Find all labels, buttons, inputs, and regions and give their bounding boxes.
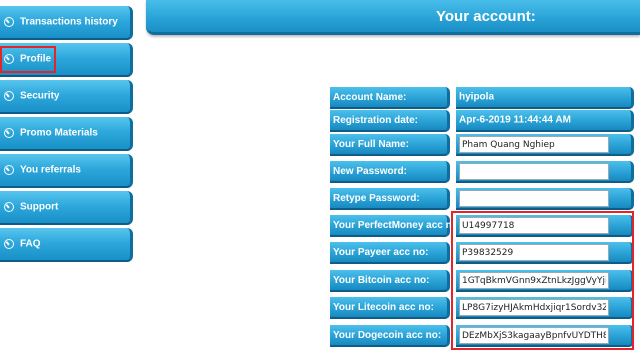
sidebar-item-label: You referrals <box>20 164 81 176</box>
bitcoin-cell <box>456 270 634 292</box>
registration-date-value: Apr-6-2019 11:44:44 AM <box>459 114 571 126</box>
account-name-label: Account Name: <box>330 87 450 109</box>
litecoin-cell <box>456 297 634 319</box>
sidebar-menu: Transactions history Profile Security Pr… <box>0 0 133 350</box>
retype-password-field[interactable] <box>459 190 609 207</box>
full-name-cell <box>456 134 634 156</box>
sidebar-item-faq[interactable]: FAQ <box>0 228 133 262</box>
sidebar-item-referrals[interactable]: You referrals <box>0 154 133 188</box>
retype-password-label: Retype Password: <box>330 188 450 210</box>
full-name-label: Your Full Name: <box>330 134 450 156</box>
bitcoin-label: Your Bitcoin acc no: <box>330 270 450 292</box>
profile-highlight-box <box>0 46 56 73</box>
sidebar-item-label: Support <box>20 201 59 213</box>
registration-date-label: Registration date: <box>330 110 450 132</box>
sidebar-item-transactions-history[interactable]: Transactions history <box>0 6 133 40</box>
new-password-cell <box>456 161 634 183</box>
dashboard-gauge-icon <box>4 91 14 101</box>
perfectmoney-cell <box>456 215 634 237</box>
dogecoin-cell <box>456 325 634 347</box>
sidebar-item-label: Transactions history <box>20 16 118 28</box>
sidebar-item-support[interactable]: Support <box>0 191 133 225</box>
payeer-label: Your Payeer acc no: <box>330 242 450 264</box>
payeer-field[interactable] <box>459 244 609 261</box>
dashboard-gauge-icon <box>4 239 14 249</box>
sidebar-item-label: Promo Materials <box>20 127 98 139</box>
dogecoin-field[interactable] <box>459 327 609 344</box>
account-name-value: hyipola <box>459 91 495 103</box>
payeer-cell <box>456 242 634 264</box>
dashboard-gauge-icon <box>4 202 14 212</box>
sidebar-item-label: FAQ <box>20 238 41 250</box>
perfectmoney-field[interactable] <box>459 217 609 234</box>
page-title: Your account: <box>436 8 536 25</box>
sidebar-item-promo-materials[interactable]: Promo Materials <box>0 117 133 151</box>
full-name-field[interactable] <box>459 136 609 153</box>
perfectmoney-label: Your PerfectMoney acc no: <box>330 215 461 237</box>
sidebar-item-security[interactable]: Security <box>0 80 133 114</box>
account-name-cell: hyipola <box>456 87 634 109</box>
dogecoin-label: Your Dogecoin acc no: <box>330 325 450 347</box>
litecoin-field[interactable] <box>459 299 609 316</box>
new-password-label: New Password: <box>330 161 450 183</box>
dashboard-gauge-icon <box>4 17 14 27</box>
dashboard-gauge-icon <box>4 128 14 138</box>
sidebar-item-label: Security <box>20 90 60 102</box>
litecoin-label: Your Litecoin acc no: <box>330 297 450 319</box>
new-password-field[interactable] <box>459 163 609 180</box>
bitcoin-field[interactable] <box>459 272 609 289</box>
registration-date-cell: Apr-6-2019 11:44:44 AM <box>456 110 634 132</box>
retype-password-cell <box>456 188 634 210</box>
page-header: Your account: <box>146 0 640 35</box>
dashboard-gauge-icon <box>4 165 14 175</box>
